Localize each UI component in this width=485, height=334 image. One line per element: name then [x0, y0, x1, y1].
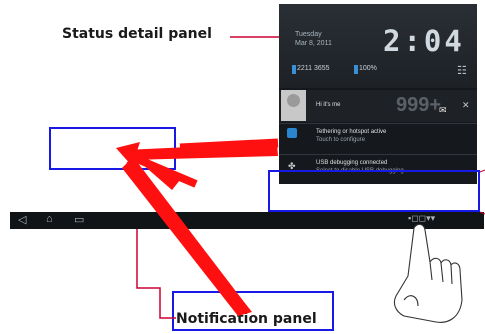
pointing-hand-icon [393, 223, 463, 323]
notification-leader-line [136, 229, 176, 319]
zoom-line [479, 169, 485, 173]
arrow-to-panel [179, 138, 279, 153]
annotation-overlay [116, 36, 485, 323]
zoom-line [479, 211, 485, 215]
